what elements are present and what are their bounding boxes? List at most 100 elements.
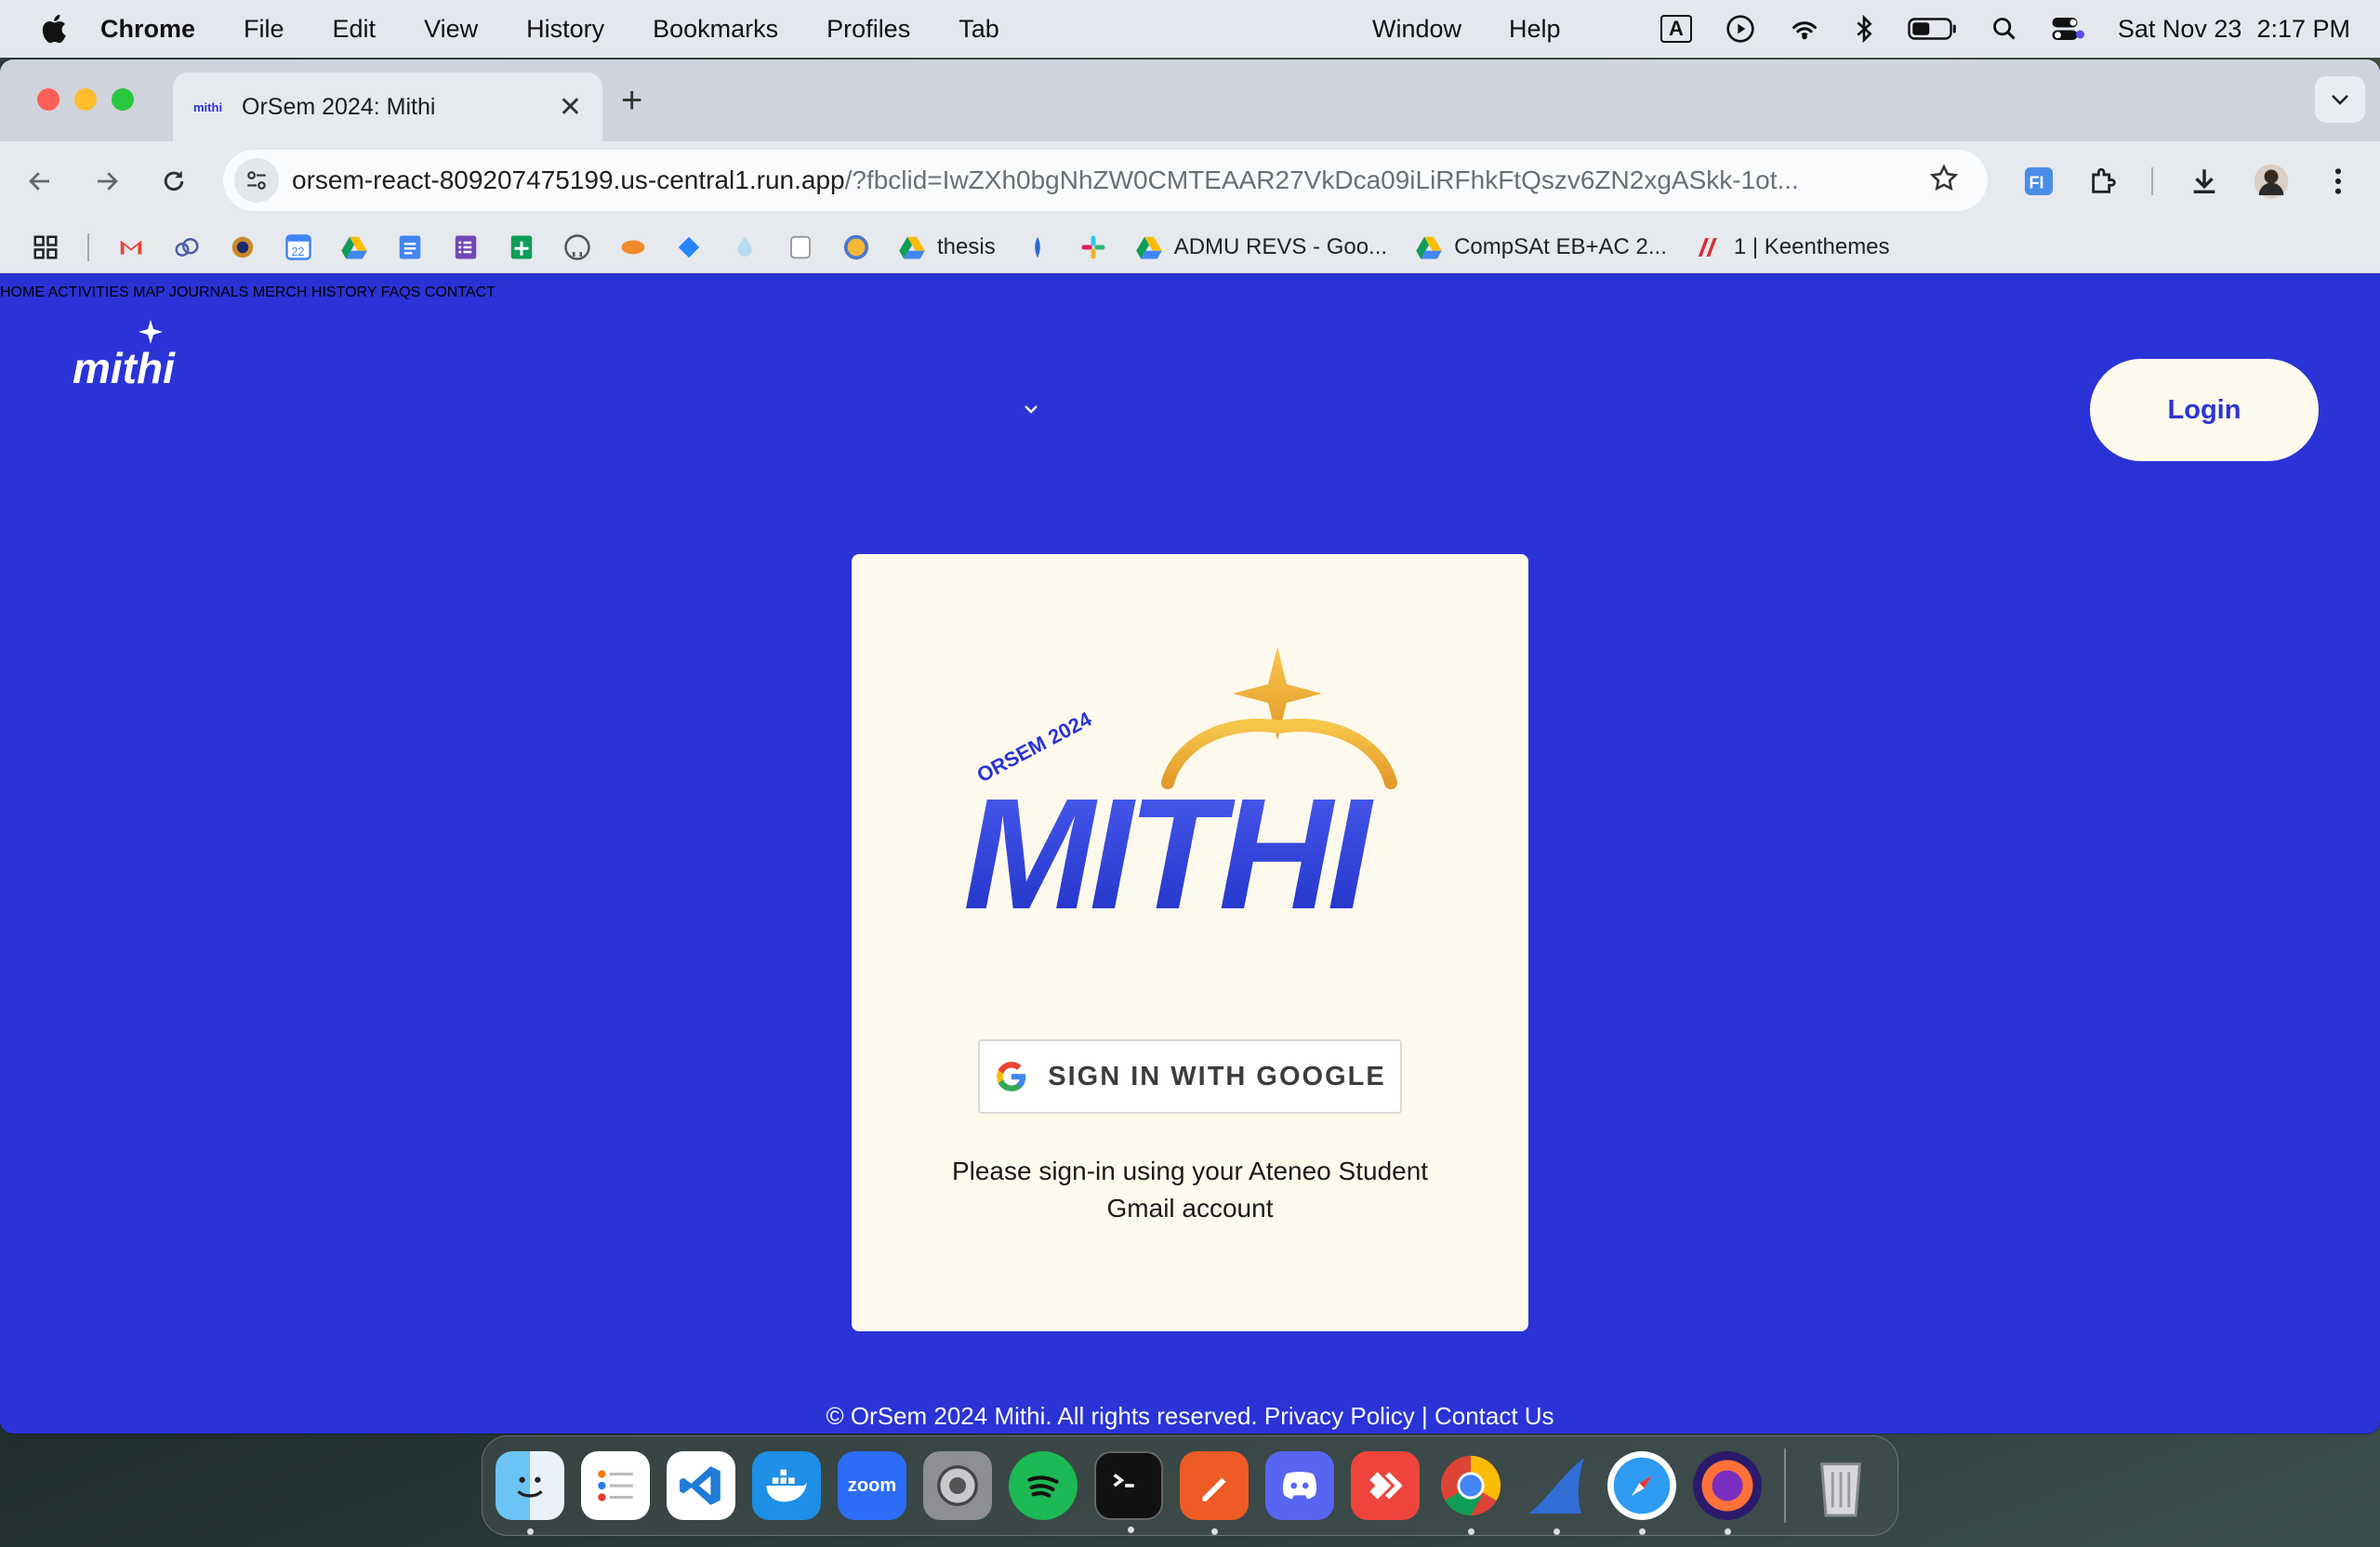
bookmark-10[interactable] <box>731 233 759 261</box>
google-drive-icon <box>341 236 367 258</box>
menu-history[interactable]: History <box>526 15 604 44</box>
dock-wireshark[interactable] <box>1522 1451 1591 1535</box>
back-button[interactable] <box>19 160 61 203</box>
dock-vscode[interactable] <box>667 1451 735 1520</box>
input-source-icon[interactable]: A <box>1659 15 1692 43</box>
tab-active[interactable]: mithi OrSem 2024: Mithi ✕ <box>173 73 602 141</box>
menu-tab[interactable]: Tab <box>959 15 999 44</box>
control-center-icon[interactable] <box>2051 15 2084 43</box>
bookmark-docs[interactable] <box>396 233 424 261</box>
dock-spotify[interactable] <box>1009 1451 1078 1520</box>
mithi-orsem-logo: ORSEM 2024 MITHI <box>963 647 1397 943</box>
chevron-down-icon[interactable] <box>1024 403 1038 415</box>
nav-home[interactable]: HOME <box>0 284 45 300</box>
menu-bookmarks[interactable]: Bookmarks <box>653 15 778 44</box>
menu-app-name[interactable]: Chrome <box>100 15 195 44</box>
nav-history[interactable]: HISTORY <box>311 284 377 300</box>
shark-fin-icon <box>1528 1458 1584 1514</box>
login-button[interactable]: Login <box>2090 359 2319 461</box>
dock-finder[interactable] <box>496 1451 564 1535</box>
bookmark-sheets[interactable] <box>508 233 536 261</box>
bookmark-github[interactable] <box>563 233 591 261</box>
nav-map[interactable]: MAP <box>133 284 165 300</box>
svg-text:FI: FI <box>2030 174 2044 192</box>
extensions-puzzle-icon[interactable] <box>2081 158 2127 205</box>
dock-anydesk[interactable] <box>1351 1451 1420 1520</box>
bookmark-drive-1[interactable] <box>340 233 368 261</box>
new-tab-button[interactable]: + <box>621 80 642 122</box>
dock-zoom[interactable]: zoom <box>838 1451 906 1520</box>
wifi-icon[interactable] <box>1789 15 1820 43</box>
menubar-date[interactable]: Sat Nov 23 <box>2118 15 2242 44</box>
bookmark-keenthemes[interactable]: 1 | Keenthemes <box>1695 233 1890 261</box>
dock-safari[interactable] <box>1607 1451 1676 1535</box>
dock-firefox[interactable] <box>1693 1451 1762 1535</box>
bookmark-label: CompSAt EB+AC 2... <box>1454 233 1667 259</box>
bookmark-compsat[interactable]: CompSAt EB+AC 2... <box>1415 233 1667 261</box>
tab-search-button[interactable] <box>2315 76 2365 123</box>
bookmark-label: thesis <box>937 233 996 259</box>
bookmark-12[interactable] <box>842 233 870 261</box>
slack-icon <box>1081 235 1105 258</box>
bluetooth-icon[interactable] <box>1854 14 1874 44</box>
bookmark-3[interactable] <box>229 233 257 261</box>
bookmark-slack[interactable] <box>1079 233 1107 261</box>
sign-in-card: ORSEM 2024 MITHI SIGN IN WITH GOOGLE Ple… <box>852 554 1528 1331</box>
nav-faqs[interactable]: FAQS <box>381 284 421 300</box>
menu-help[interactable]: Help <box>1509 15 1561 44</box>
chrome-menu-icon[interactable] <box>2315 158 2361 205</box>
menubar-time[interactable]: 2:17 PM <box>2256 15 2350 44</box>
dock-terminal[interactable] <box>1094 1451 1163 1533</box>
dock-chrome[interactable] <box>1436 1451 1505 1535</box>
bookmark-forms[interactable] <box>452 233 480 261</box>
profile-avatar[interactable] <box>2248 158 2294 205</box>
menu-file[interactable]: File <box>244 15 284 44</box>
bookmark-star-icon[interactable] <box>1928 163 1960 201</box>
bookmark-14[interactable] <box>1024 233 1051 261</box>
zoom-window-button[interactable] <box>112 88 134 111</box>
site-info-icon[interactable] <box>234 158 279 203</box>
dock-postman[interactable] <box>1180 1451 1249 1535</box>
menu-view[interactable]: View <box>424 15 478 44</box>
play-icon[interactable] <box>1726 14 1755 44</box>
privacy-policy-link[interactable]: Privacy Policy <box>1264 1402 1415 1430</box>
google-sign-in-button[interactable]: SIGN IN WITH GOOGLE <box>978 1039 1402 1114</box>
menu-window[interactable]: Window <box>1372 15 1461 44</box>
bookmark-2[interactable] <box>173 233 201 261</box>
dock-system-settings[interactable] <box>923 1451 992 1520</box>
dock-docker[interactable] <box>752 1451 821 1520</box>
spotlight-search-icon[interactable] <box>1991 16 2017 42</box>
minimize-window-button[interactable] <box>74 88 97 111</box>
bookmark-8[interactable] <box>619 233 647 261</box>
address-bar[interactable]: orsem-react-809207475199.us-central1.run… <box>223 150 1988 211</box>
safari-compass-icon <box>1613 1457 1671 1514</box>
bookmark-gmail[interactable] <box>117 233 145 261</box>
reminders-icon <box>598 1470 633 1501</box>
nav-merch[interactable]: MERCH <box>253 284 308 300</box>
close-window-button[interactable] <box>37 88 60 111</box>
nav-contact[interactable]: CONTACT <box>425 284 496 300</box>
reload-button[interactable] <box>152 160 195 203</box>
downloads-icon[interactable] <box>2181 158 2228 205</box>
dock-reminders[interactable] <box>581 1451 650 1520</box>
bookmark-thesis[interactable]: thesis <box>898 233 996 261</box>
dock-trash[interactable] <box>1806 1451 1875 1520</box>
bookmark-apps[interactable] <box>32 233 60 261</box>
apple-icon[interactable] <box>39 12 73 46</box>
battery-icon[interactable] <box>1908 16 1958 42</box>
forward-button[interactable] <box>86 160 128 203</box>
close-tab-icon[interactable]: ✕ <box>559 91 582 124</box>
menu-profiles[interactable]: Profiles <box>826 15 910 44</box>
contact-us-link[interactable]: Contact Us <box>1435 1402 1554 1430</box>
bookmark-jira[interactable] <box>675 233 703 261</box>
nav-activities[interactable]: ACTIVITIES <box>48 284 129 300</box>
mithi-logo[interactable]: mithi <box>71 318 192 392</box>
translate-extension-icon[interactable]: FI <box>2016 158 2062 205</box>
bookmark-calendar[interactable]: 22 <box>284 233 312 261</box>
dock-discord[interactable] <box>1265 1451 1334 1520</box>
nav-journals[interactable]: JOURNALS <box>169 284 248 300</box>
bookmark-admu-revs[interactable]: ADMU REVS - Goo... <box>1135 233 1387 261</box>
gear-icon <box>937 1465 978 1506</box>
menu-edit[interactable]: Edit <box>333 15 377 44</box>
bookmark-11[interactable] <box>787 233 814 261</box>
